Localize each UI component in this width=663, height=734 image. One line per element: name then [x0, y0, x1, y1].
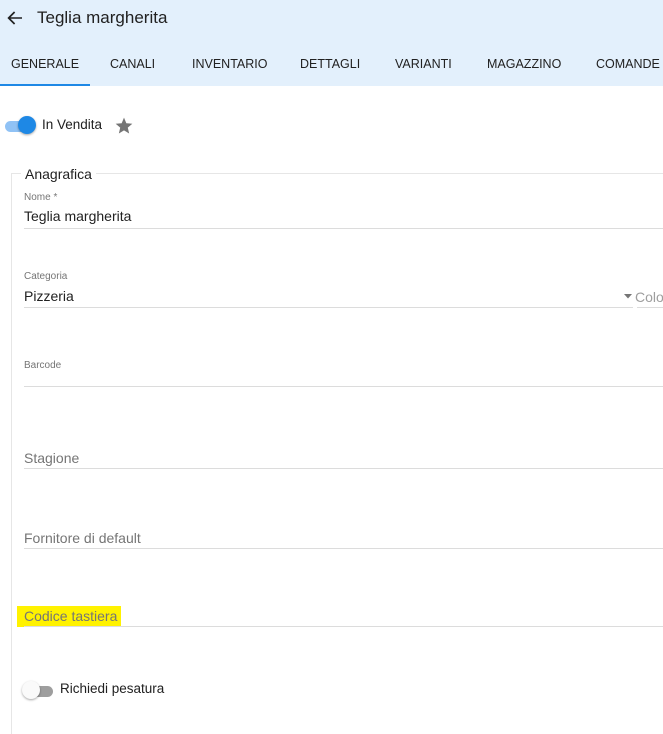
categoria-value: Pizzeria — [24, 288, 74, 304]
nome-underline — [24, 228, 663, 229]
side-field-underline — [637, 307, 663, 308]
tab-dettagli[interactable]: DETTAGLI — [300, 57, 360, 71]
toggle-knob — [22, 681, 40, 699]
barcode-label: Barcode — [24, 360, 62, 371]
categoria-underline — [24, 307, 633, 308]
section-legend: Anagrafica — [21, 166, 96, 182]
categoria-select[interactable] — [22, 268, 634, 308]
arrow-left-icon[interactable] — [7, 10, 23, 26]
fornitore-underline — [24, 548, 663, 549]
richiedi-pesatura-label: Richiedi pesatura — [60, 681, 165, 696]
barcode-field[interactable] — [22, 350, 663, 388]
codice-tastiera-placeholder: Codice tastiera — [24, 608, 118, 624]
app-header: Teglia margherita GENERALE CANALI INVENT… — [0, 0, 663, 86]
categoria-label: Categoria — [24, 271, 68, 282]
in-vendita-label: In Vendita — [42, 117, 103, 132]
toggle-knob — [18, 116, 36, 134]
tab-canali[interactable]: CANALI — [110, 57, 155, 71]
active-tab-indicator — [0, 84, 90, 86]
tab-comande[interactable]: COMANDE — [596, 57, 660, 71]
tab-inventario[interactable]: INVENTARIO — [192, 57, 267, 71]
barcode-underline — [24, 386, 663, 387]
caret-down-icon[interactable] — [623, 292, 633, 300]
back-button[interactable] — [4, 6, 26, 30]
richiedi-pesatura-toggle[interactable] — [22, 681, 53, 701]
nome-value: Teglia margherita — [24, 208, 132, 224]
codice-tastiera-field[interactable] — [22, 598, 663, 628]
nome-label: Nome * — [24, 192, 58, 203]
codice-tastiera-underline — [24, 626, 663, 627]
star-icon[interactable] — [114, 116, 134, 136]
stagione-field[interactable] — [22, 440, 663, 470]
side-field-label[interactable]: Colo — [635, 289, 663, 305]
in-vendita-toggle[interactable] — [5, 116, 36, 136]
page-title: Teglia margherita — [37, 8, 168, 27]
tab-generale[interactable]: GENERALE — [11, 57, 79, 71]
stagione-underline — [24, 468, 663, 469]
tab-magazzino[interactable]: MAGAZZINO — [487, 57, 561, 71]
tab-varianti[interactable]: VARIANTI — [395, 57, 452, 71]
stagione-placeholder: Stagione — [24, 450, 80, 466]
fornitore-placeholder: Fornitore di default — [24, 530, 141, 546]
